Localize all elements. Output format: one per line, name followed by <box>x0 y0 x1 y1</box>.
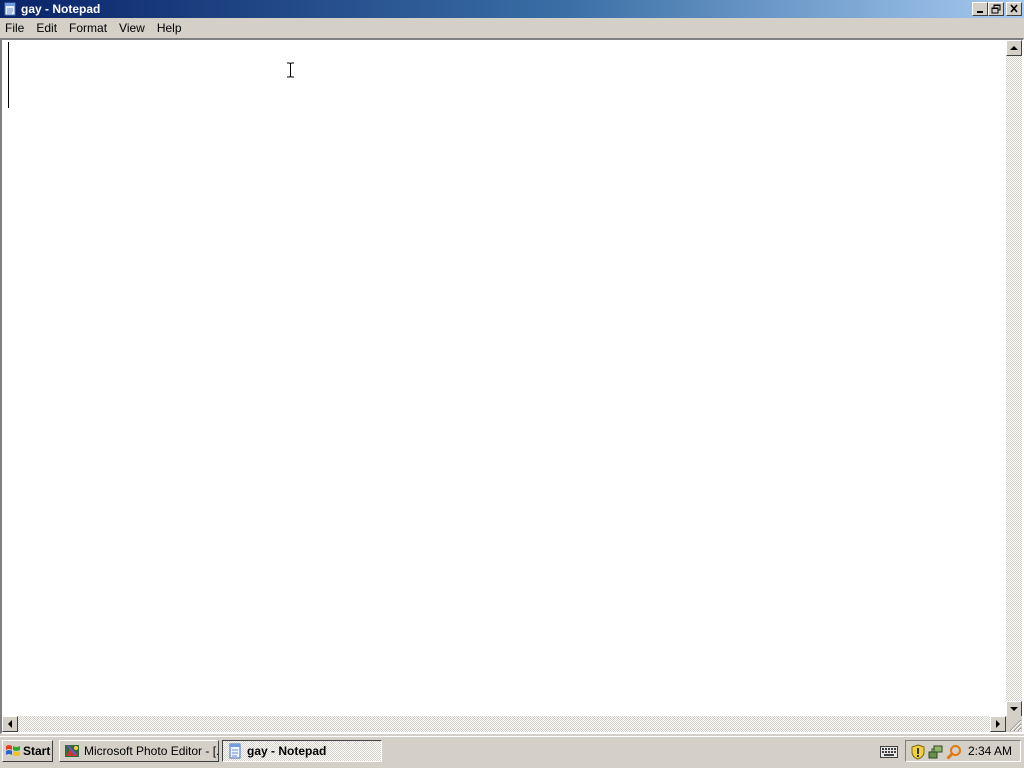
search-icon[interactable] <box>946 744 962 760</box>
menu-bar: File Edit Format View Help <box>0 18 1024 38</box>
scroll-right-button[interactable] <box>990 716 1006 732</box>
taskbar-item-label: Microsoft Photo Editor - [... <box>84 744 218 758</box>
taskbar-item-notepad[interactable]: gay - Notepad <box>222 740 382 762</box>
vertical-scrollbar[interactable] <box>1006 40 1022 717</box>
arrow-left-icon <box>8 720 12 728</box>
scroll-up-button[interactable] <box>1006 40 1022 56</box>
shield-icon[interactable] <box>910 744 926 760</box>
caption-buttons <box>972 2 1022 16</box>
editor-frame <box>0 38 1024 734</box>
size-grip[interactable] <box>1006 716 1022 732</box>
start-button[interactable]: Start <box>2 740 53 762</box>
restore-button[interactable] <box>988 2 1004 16</box>
system-tray: 2:34 AM <box>905 740 1021 762</box>
minimize-icon <box>977 11 983 13</box>
taskbar-item-label: gay - Notepad <box>247 744 327 758</box>
resize-grip-icon <box>1009 719 1022 732</box>
network-icon[interactable] <box>928 744 944 760</box>
photo-editor-icon <box>65 745 79 757</box>
minimize-button[interactable] <box>972 2 988 16</box>
arrow-up-icon <box>1010 46 1018 50</box>
taskbar: Start Microsoft Photo Editor - [... gay … <box>0 736 1024 768</box>
taskbar-item-photo-editor[interactable]: Microsoft Photo Editor - [... <box>59 740 219 762</box>
title-bar[interactable]: gay - Notepad <box>0 0 1024 18</box>
horizontal-scrollbar[interactable] <box>2 716 1006 732</box>
close-button[interactable] <box>1006 2 1022 16</box>
notepad-icon[interactable] <box>3 2 17 16</box>
text-editor[interactable] <box>2 40 1006 716</box>
restore-icon <box>991 4 1001 14</box>
close-icon <box>1010 4 1018 13</box>
windows-logo-icon <box>6 745 20 756</box>
menu-help[interactable]: Help <box>151 18 188 38</box>
menu-edit[interactable]: Edit <box>30 18 63 38</box>
ibeam-cursor-icon <box>287 62 294 78</box>
menu-file[interactable]: File <box>0 18 30 38</box>
text-caret <box>8 42 9 108</box>
arrow-right-icon <box>996 720 1000 728</box>
scroll-down-button[interactable] <box>1006 701 1022 717</box>
menu-view[interactable]: View <box>113 18 151 38</box>
scroll-left-button[interactable] <box>2 716 18 732</box>
menu-format[interactable]: Format <box>63 18 113 38</box>
clock[interactable]: 2:34 AM <box>968 741 1012 761</box>
keyboard-icon[interactable] <box>880 746 898 758</box>
window-title: gay - Notepad <box>21 2 101 16</box>
notepad-icon <box>229 743 241 759</box>
notepad-window: gay - Notepad File Edit Format View Help <box>0 0 1024 736</box>
arrow-down-icon <box>1010 707 1018 711</box>
start-label: Start <box>23 744 51 758</box>
